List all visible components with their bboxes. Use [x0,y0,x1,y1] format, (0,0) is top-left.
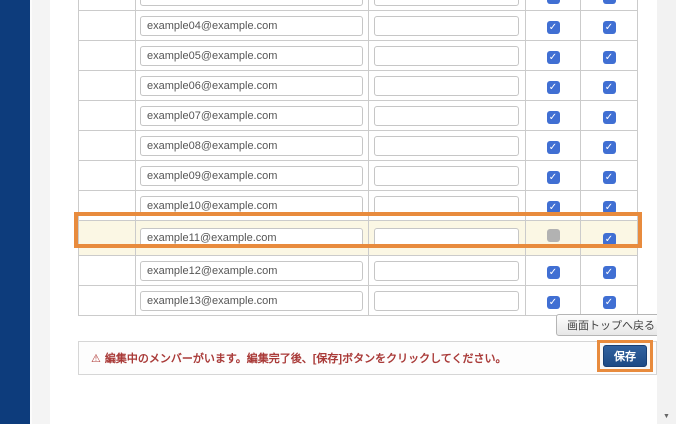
row-label-cell [79,221,136,256]
table-row: ✓✓ [79,191,638,221]
row-label-cell [79,256,136,286]
warning-text: 編集中のメンバーがいます。編集完了後、[保存]ボタンをクリックしてください。 [105,353,507,365]
vertical-scrollbar[interactable]: ▼ [657,0,676,424]
checkbox-col2[interactable]: ✓ [603,21,616,34]
row-label-cell [79,131,136,161]
row-label-cell [79,0,136,11]
edit-input[interactable] [374,196,519,216]
table-row: ✓✓ [79,161,638,191]
table-row: ✓✓ [79,11,638,41]
table-row: ✓✓ [79,131,638,161]
edit-input[interactable] [374,136,519,156]
left-gutter [30,0,50,424]
notice-bar: ⚠ 編集中のメンバーがいます。編集完了後、[保存]ボタンをクリックしてください。 [78,341,657,375]
table-row: ✓✓ [79,41,638,71]
email-input[interactable] [140,46,363,66]
edit-input[interactable] [374,291,519,311]
checkbox-col2[interactable]: ✓ [603,201,616,214]
row-label-cell [79,41,136,71]
warning-triangle-icon: ⚠ [91,353,101,365]
row-label-cell [79,101,136,131]
table-row: ✓✓ [79,286,638,316]
back-to-top-button[interactable]: 画面トップへ戻る [556,314,666,336]
checkbox-col2[interactable]: ✓ [603,266,616,279]
checkbox-col2[interactable]: ✓ [603,0,616,4]
edit-input[interactable] [374,106,519,126]
checkbox-col1[interactable]: ✓ [547,0,560,4]
checkbox-col1[interactable]: ✓ [547,171,560,184]
checkbox-col1-disabled [547,229,560,242]
checkbox-col2[interactable]: ✓ [603,111,616,124]
edit-input[interactable] [374,166,519,186]
table-row: ✓✓ [79,71,638,101]
edit-input[interactable] [374,46,519,66]
checkbox-col1[interactable]: ✓ [547,51,560,64]
row-label-cell [79,161,136,191]
email-input[interactable] [140,291,363,311]
table-row: ✓✓ [79,256,638,286]
checkbox-col1[interactable]: ✓ [547,141,560,154]
email-input[interactable] [140,106,363,126]
email-input[interactable] [140,166,363,186]
checkbox-col2[interactable]: ✓ [603,233,616,246]
checkbox-col2[interactable]: ✓ [603,51,616,64]
email-input[interactable] [140,228,363,248]
member-table: ✓✓✓✓✓✓✓✓✓✓✓✓✓✓✓✓✓✓✓✓✓ [78,0,638,316]
edit-input[interactable] [374,0,519,6]
editing-warning-message: ⚠ 編集中のメンバーがいます。編集完了後、[保存]ボタンをクリックしてください。 [91,350,506,366]
row-label-cell [79,11,136,41]
checkbox-col1[interactable]: ✓ [547,111,560,124]
edit-input[interactable] [374,228,519,248]
email-input[interactable] [140,76,363,96]
email-input[interactable] [140,0,363,6]
edit-input[interactable] [374,76,519,96]
scrollbar-down-arrow-icon[interactable]: ▼ [663,413,670,420]
table-row: ✓✓ [79,101,638,131]
email-input[interactable] [140,196,363,216]
checkbox-col1[interactable]: ✓ [547,81,560,94]
email-input[interactable] [140,261,363,281]
edit-input[interactable] [374,16,519,36]
checkbox-col1[interactable]: ✓ [547,201,560,214]
save-button[interactable]: 保存 [603,345,647,367]
checkbox-col2[interactable]: ✓ [603,296,616,309]
checkbox-col1[interactable]: ✓ [547,21,560,34]
checkbox-col2[interactable]: ✓ [603,141,616,154]
checkbox-col1[interactable]: ✓ [547,296,560,309]
row-label-cell [79,191,136,221]
table-row-partial: ✓✓ [79,0,638,11]
edit-input[interactable] [374,261,519,281]
row-label-cell [79,71,136,101]
checkbox-col1[interactable]: ✓ [547,266,560,279]
row-label-cell [79,286,136,316]
save-button-highlight-outline: 保存 [597,340,653,372]
table-row: ✓ [79,221,638,256]
checkbox-col2[interactable]: ✓ [603,171,616,184]
checkbox-col2[interactable]: ✓ [603,81,616,94]
left-navy-bar [0,0,30,424]
member-table-body: ✓✓✓✓✓✓✓✓✓✓✓✓✓✓✓✓✓✓✓✓✓ [79,0,638,316]
email-input[interactable] [140,16,363,36]
email-input[interactable] [140,136,363,156]
